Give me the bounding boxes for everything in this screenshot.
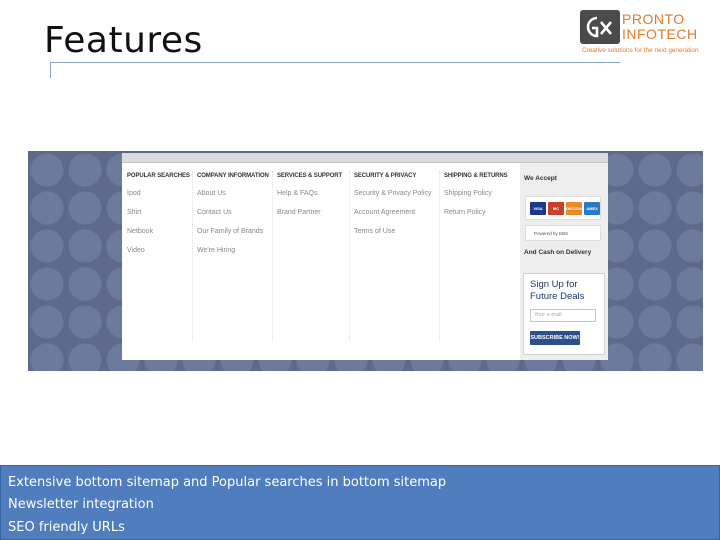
payment-cards: VISA MC DISCOVER AMEX <box>525 196 601 220</box>
column-heading: POPULAR SEARCHES <box>127 173 190 179</box>
subscribe-button[interactable]: SUBSCRIBE NOW! <box>530 331 580 345</box>
sitemap-link[interactable]: Help & FAQs <box>277 189 342 208</box>
logo-text-infotech: INFOTECH <box>622 26 698 42</box>
mastercard-icon: MC <box>548 202 564 215</box>
sitemap-link[interactable]: Our Family of Brands <box>197 227 269 246</box>
sitemap-column-services-support: SERVICES & SUPPORT Help & FAQs Brand Par… <box>277 173 342 227</box>
sitemap-column-company-information: COMPANY INFORMATION About Us Contact Us … <box>197 173 269 265</box>
sitemap-column-popular-searches: POPULAR SEARCHES Ipod Shirt Netbook Vide… <box>127 173 190 265</box>
discover-card-icon: DISCOVER <box>566 202 587 215</box>
payment-sidebar: We Accept VISA MC DISCOVER AMEX Powered … <box>520 163 608 360</box>
card-label: AMEX <box>586 206 598 211</box>
card-label: VISA <box>533 206 543 211</box>
column-divider <box>272 171 273 341</box>
sitemap-link[interactable]: Shipping Policy <box>444 189 508 208</box>
card-label: DISCOVER <box>566 206 587 211</box>
screenshot-top-bar <box>122 153 608 163</box>
sitemap-link[interactable]: Shirt <box>127 208 190 227</box>
sitemap-link[interactable]: Return Policy <box>444 208 508 227</box>
sitemap-link[interactable]: Terms of Use <box>354 227 431 246</box>
we-accept-heading: We Accept <box>524 175 557 182</box>
sitemap-link[interactable]: Ipod <box>127 189 190 208</box>
sitemap-link[interactable]: Brand Partner <box>277 208 342 227</box>
gx-logo-icon <box>580 10 620 44</box>
logo-text-pronto: PRONTO <box>622 11 685 27</box>
footer-sitemap-screenshot: POPULAR SEARCHES Ipod Shirt Netbook Vide… <box>122 153 608 360</box>
feature-line: Extensive bottom sitemap and Popular sea… <box>8 475 447 490</box>
sitemap-link[interactable]: Security & Privacy Policy <box>354 189 431 208</box>
sitemap-link[interactable]: About Us <box>197 189 269 208</box>
sitemap-column-security-privacy: SECURITY & PRIVACY Security & Privacy Po… <box>354 173 431 246</box>
column-heading: COMPANY INFORMATION <box>197 173 269 179</box>
sitemap-link[interactable]: Video <box>127 246 190 265</box>
sitemap-link[interactable]: Contact Us <box>197 208 269 227</box>
sitemap-link[interactable]: Netbook <box>127 227 190 246</box>
sitemap-link[interactable]: We're Hiring <box>197 246 269 265</box>
column-divider <box>439 171 440 341</box>
signup-title-line1: Sign Up for <box>530 279 578 290</box>
cash-on-delivery-text: And Cash on Delivery <box>524 249 592 256</box>
column-heading: SECURITY & PRIVACY <box>354 173 417 179</box>
sitemap-column-shipping-returns: SHIPPING & RETURNS Shipping Policy Retur… <box>444 173 508 227</box>
feature-line: SEO friendly URLs <box>8 520 125 535</box>
feature-list-box: Extensive bottom sitemap and Popular sea… <box>0 465 720 540</box>
company-logo: PRONTO INFOTECH Creative solutions for t… <box>580 10 710 56</box>
amex-card-icon: AMEX <box>584 202 600 215</box>
newsletter-email-input[interactable]: Your e-mail <box>530 309 596 322</box>
newsletter-signup-box: Sign Up for Future Deals Your e-mail SUB… <box>523 273 605 355</box>
signup-title: Sign Up for Future Deals <box>530 279 604 303</box>
visa-card-icon: VISA <box>530 202 546 215</box>
feature-line: Newsletter integration <box>8 497 154 512</box>
title-underline <box>50 62 620 63</box>
signup-title-line2: Future Deals <box>530 291 585 302</box>
powered-by-ebs: Powered by EBS <box>525 225 601 241</box>
sitemap-link[interactable]: Account Agreement <box>354 208 431 227</box>
column-divider <box>192 171 193 341</box>
column-divider <box>349 171 350 341</box>
card-label: MC <box>552 206 560 211</box>
logo-tagline: Creative solutions for the next generati… <box>582 47 699 54</box>
slide-title: Features <box>44 20 203 61</box>
column-heading: SHIPPING & RETURNS <box>444 173 508 179</box>
title-underline-tick <box>50 62 51 78</box>
column-heading: SERVICES & SUPPORT <box>277 173 343 179</box>
